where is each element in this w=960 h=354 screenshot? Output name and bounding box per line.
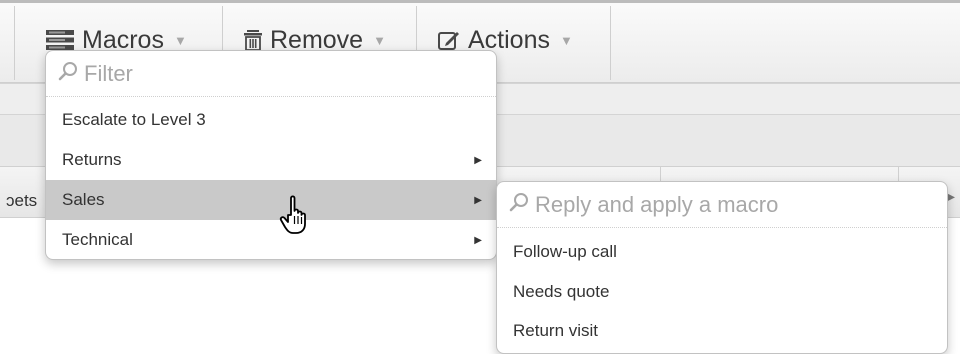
menu-item-label: Follow-up call: [513, 242, 617, 261]
menu-item-return-visit[interactable]: Return visit: [497, 311, 947, 351]
menu-item-technical[interactable]: Technical ▶: [46, 220, 496, 259]
search-icon: [509, 192, 529, 217]
chevron-down-icon: ▼: [559, 32, 573, 48]
menu-item-needs-quote[interactable]: Needs quote: [497, 272, 947, 312]
edit-icon: [438, 30, 460, 50]
chevron-down-icon: ▼: [173, 32, 187, 48]
menu-item-sales[interactable]: Sales ▶: [46, 180, 496, 220]
macros-dropdown: Filter Escalate to Level 3 Returns ▶ Sal…: [45, 50, 497, 260]
macros-list-icon: [46, 30, 74, 50]
sales-submenu: Reply and apply a macro Follow-up call N…: [496, 181, 948, 354]
toolbar-top-border: [0, 0, 960, 3]
menu-item-follow-up-call[interactable]: Follow-up call: [497, 232, 947, 272]
chevron-down-icon: ▼: [373, 32, 386, 48]
menu-item-label: Returns: [62, 150, 122, 169]
menu-item-label: Needs quote: [513, 282, 610, 301]
macros-filter-input[interactable]: Filter: [46, 51, 496, 97]
menu-item-label: Sales: [62, 190, 105, 209]
chevron-right-icon: ▶: [474, 234, 482, 246]
chevron-right-icon: ▶: [474, 154, 482, 166]
menu-item-label: Return visit: [513, 321, 599, 340]
reply-macro-filter-input[interactable]: Reply and apply a macro: [497, 182, 947, 228]
menu-item-escalate[interactable]: Escalate to Level 3: [46, 100, 496, 140]
search-icon: [58, 61, 78, 86]
trash-icon: [244, 30, 262, 50]
chevron-right-icon[interactable]: ▸: [948, 188, 955, 205]
toolbar-separator: [610, 6, 611, 80]
menu-item-label: Technical: [62, 230, 133, 249]
menu-item-label: Escalate to Level 3: [62, 110, 206, 129]
filter-placeholder: Filter: [84, 60, 133, 86]
filter-placeholder: Reply and apply a macro: [535, 191, 779, 217]
toolbar-separator: [14, 6, 15, 80]
chevron-right-icon: ▶: [474, 194, 482, 206]
menu-item-returns[interactable]: Returns ▶: [46, 140, 496, 180]
column-header-text: ɔets: [6, 191, 38, 210]
hand-cursor-icon: [278, 194, 318, 236]
